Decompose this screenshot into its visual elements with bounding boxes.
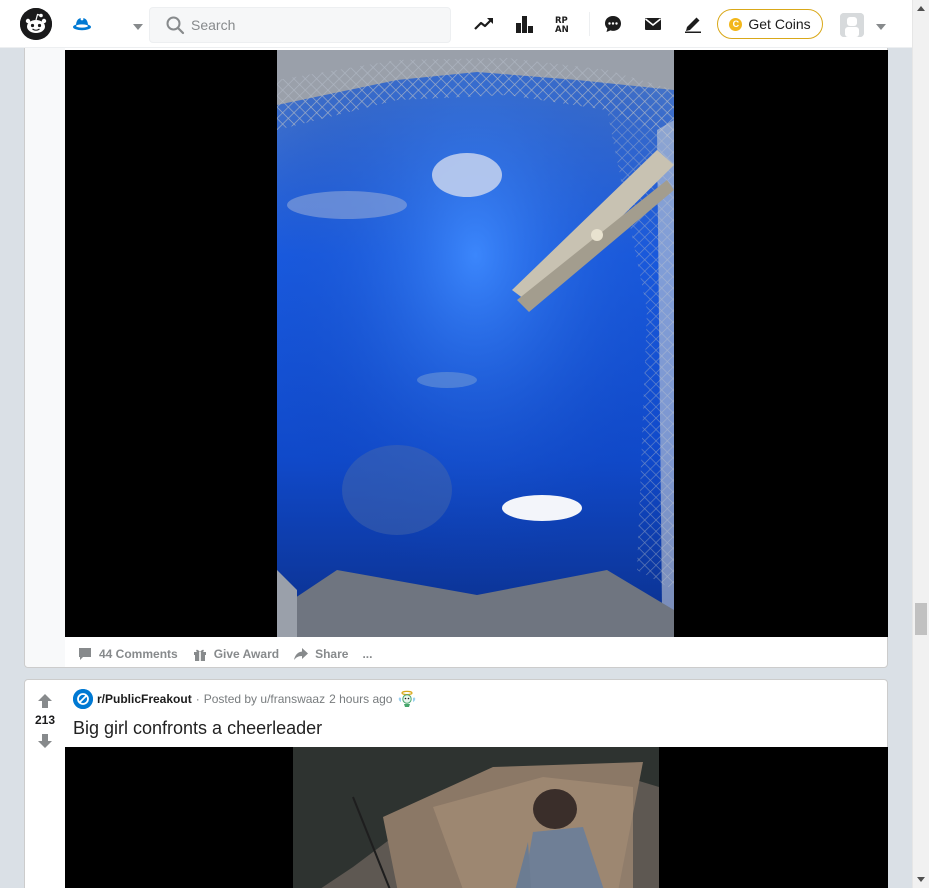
post-actions-bar: 44 Comments Give Award Share ... [73, 642, 382, 666]
more-options-button[interactable]: ... [358, 643, 376, 665]
scroll-up-icon[interactable] [917, 6, 925, 11]
svg-text:AN: AN [555, 25, 569, 34]
post-video-player[interactable] [65, 747, 888, 888]
vote-column [25, 680, 65, 888]
comments-label: 44 Comments [99, 647, 178, 661]
scroll-down-icon[interactable] [917, 877, 925, 882]
share-label: Share [315, 647, 349, 661]
post-video-player[interactable] [65, 50, 888, 637]
get-coins-button[interactable]: C Get Coins [717, 9, 823, 39]
video-frame [277, 50, 674, 637]
search-input[interactable] [191, 8, 441, 42]
share-icon [294, 648, 309, 660]
downvote-icon[interactable] [37, 733, 53, 749]
subreddit-icon[interactable] [73, 689, 93, 709]
reddit-logo-icon[interactable] [20, 8, 52, 40]
posted-by-link[interactable]: Posted by u/franswaaz [204, 692, 325, 706]
post-card[interactable]: 44 Comments Give Award Share ... [24, 0, 888, 668]
avatar[interactable] [840, 13, 864, 37]
mail-icon[interactable] [643, 14, 663, 34]
leaderboard-icon[interactable] [514, 14, 534, 34]
chevron-down-icon[interactable] [132, 19, 144, 30]
scroll-thumb[interactable] [915, 603, 927, 635]
top-header: RP AN C Get Coins [0, 0, 912, 48]
upvote-icon[interactable] [37, 693, 53, 709]
trending-icon[interactable] [474, 14, 494, 34]
share-button[interactable]: Share [289, 642, 352, 666]
more-options-icon: ... [362, 647, 373, 661]
vote-column [25, 0, 65, 667]
comment-icon [79, 648, 91, 660]
vote-score: 213 [34, 713, 56, 727]
give-award-button[interactable]: Give Award [188, 642, 283, 666]
coin-icon: C [729, 17, 743, 31]
pencil-icon[interactable] [683, 14, 703, 34]
award-angel-icon[interactable] [398, 690, 416, 708]
chat-icon[interactable] [603, 14, 623, 34]
video-frame [293, 747, 659, 888]
get-coins-label: Get Coins [748, 16, 811, 32]
post-card[interactable]: 213 r/PublicFreakout · Posted by u/frans… [24, 679, 888, 888]
subreddit-link[interactable]: r/PublicFreakout [97, 692, 192, 706]
rpan-icon[interactable]: RP AN [554, 14, 574, 34]
search-bar[interactable] [149, 7, 451, 43]
post-time[interactable]: 2 hours ago [329, 692, 392, 706]
post-title[interactable]: Big girl confronts a cheerleader [73, 718, 322, 739]
give-award-label: Give Award [213, 647, 280, 661]
gift-icon [193, 649, 206, 661]
home-icon[interactable] [72, 14, 92, 34]
meta-separator: · [195, 692, 200, 706]
search-icon [165, 15, 185, 35]
post-meta: r/PublicFreakout · Posted by u/franswaaz… [73, 689, 416, 709]
page-scrollbar[interactable] [912, 0, 929, 888]
header-divider [589, 12, 590, 36]
comments-button[interactable]: 44 Comments [73, 642, 182, 666]
user-menu-chevron-icon[interactable] [875, 19, 887, 30]
